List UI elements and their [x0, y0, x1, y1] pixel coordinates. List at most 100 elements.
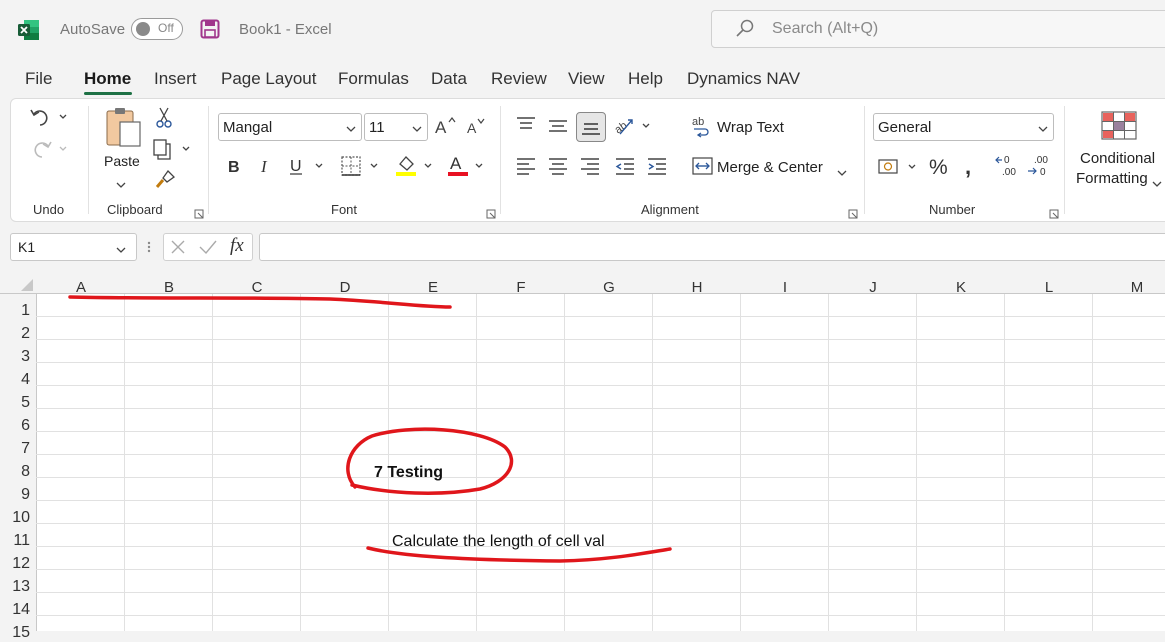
row-header-4[interactable]: 4	[0, 371, 30, 389]
tab-formulas[interactable]: Formulas	[338, 69, 409, 89]
increase-indent-icon[interactable]	[645, 154, 673, 180]
row-header-1[interactable]: 1	[0, 302, 30, 320]
row-header-15[interactable]: 15	[0, 624, 30, 642]
number-group-label: Number	[929, 202, 976, 217]
enter-check-icon[interactable]	[198, 238, 218, 256]
align-left-icon[interactable]	[514, 154, 542, 180]
tab-insert[interactable]: Insert	[154, 69, 197, 89]
row-header-7[interactable]: 7	[0, 440, 30, 458]
svg-text:B: B	[228, 159, 240, 176]
row-header-9[interactable]: 9	[0, 486, 30, 504]
paste-dropdown-icon[interactable]	[116, 176, 126, 188]
borders-icon[interactable]	[340, 154, 378, 180]
italic-icon[interactable]: I	[256, 154, 284, 180]
conditional-formatting-icon[interactable]	[1100, 110, 1138, 142]
increase-font-size-icon[interactable]: A	[434, 114, 462, 140]
bottom-align-button[interactable]	[576, 112, 606, 142]
accounting-format-icon[interactable]	[877, 154, 916, 180]
formula-input[interactable]	[259, 233, 1165, 261]
svg-text:.00: .00	[1034, 155, 1048, 166]
clipboard-launcher-icon[interactable]	[194, 206, 204, 219]
paste-icon[interactable]	[104, 106, 144, 150]
row-header-2[interactable]: 2	[0, 325, 30, 343]
tab-help[interactable]: Help	[628, 69, 663, 89]
search-icon	[735, 19, 755, 39]
tab-review[interactable]: Review	[491, 69, 547, 89]
tab-page-layout[interactable]: Page Layout	[221, 69, 316, 89]
select-all-corner[interactable]	[0, 275, 36, 293]
underline-icon[interactable]: U	[286, 154, 323, 180]
gridline	[36, 385, 1165, 386]
cell-e8[interactable]: 7 Testing	[374, 464, 443, 482]
tab-view[interactable]: View	[568, 69, 605, 89]
row-header-6[interactable]: 6	[0, 417, 30, 435]
gridline	[564, 293, 565, 631]
gridline	[36, 500, 1165, 501]
alignment-launcher-icon[interactable]	[848, 206, 858, 219]
undo-button[interactable]	[28, 104, 67, 130]
number-format-combo[interactable]: General	[873, 113, 1054, 141]
svg-text:I: I	[260, 157, 268, 176]
copy-icon[interactable]	[152, 138, 190, 164]
font-launcher-icon[interactable]	[486, 206, 496, 219]
tab-data[interactable]: Data	[431, 69, 467, 89]
autosave-state: Off	[158, 21, 174, 35]
row-header-8[interactable]: 8	[0, 463, 30, 481]
number-launcher-icon[interactable]	[1049, 206, 1059, 219]
orientation-icon[interactable]: ab	[612, 114, 650, 140]
decrease-indent-icon[interactable]	[613, 154, 641, 180]
align-center-icon[interactable]	[546, 154, 574, 180]
gridline	[1004, 293, 1005, 631]
tab-dynamics-nav[interactable]: Dynamics NAV	[687, 69, 800, 89]
wrap-text-button[interactable]: Wrap Text	[717, 119, 784, 136]
decrease-decimal-icon[interactable]: .00 0	[1026, 152, 1054, 178]
align-right-icon[interactable]	[578, 154, 606, 180]
row-header-3[interactable]: 3	[0, 348, 30, 366]
paste-button[interactable]: Paste	[104, 153, 140, 169]
font-name-combo[interactable]: Mangal	[218, 113, 362, 141]
insert-function-button[interactable]: fx	[230, 235, 244, 257]
increase-decimal-icon[interactable]: 0.00	[994, 152, 1022, 178]
wrap-text-icon[interactable]: ab	[691, 114, 719, 140]
font-group-label: Font	[331, 202, 358, 217]
merge-dropdown-icon[interactable]	[837, 164, 847, 176]
ribbon-separator	[864, 106, 865, 214]
percent-style-icon[interactable]: %	[926, 152, 954, 179]
ribbon-separator	[500, 106, 501, 214]
gridline	[1092, 293, 1093, 631]
cut-icon[interactable]	[154, 106, 182, 132]
merge-center-icon[interactable]	[691, 154, 719, 180]
format-painter-icon[interactable]	[154, 168, 182, 194]
gridline	[36, 431, 1165, 432]
row-header-12[interactable]: 12	[0, 555, 30, 573]
tab-home[interactable]: Home	[84, 69, 131, 89]
row-header-11[interactable]: 11	[0, 532, 30, 550]
top-align-icon[interactable]	[514, 114, 542, 140]
row-header-13[interactable]: 13	[0, 578, 30, 596]
autosave-toggle[interactable]: Off	[131, 18, 183, 40]
font-size-combo[interactable]: 11	[364, 113, 428, 141]
conditional-formatting-label-2[interactable]: Formatting	[1076, 170, 1148, 187]
name-box-chevron-icon[interactable]	[116, 242, 126, 253]
redo-button[interactable]	[28, 136, 67, 162]
undo-group-label: Undo	[33, 202, 65, 217]
font-color-icon[interactable]: A	[446, 152, 483, 178]
row-header-5[interactable]: 5	[0, 394, 30, 412]
worksheet-grid[interactable]	[0, 275, 1165, 631]
row-header-14[interactable]: 14	[0, 601, 30, 619]
cell-e11[interactable]: Calculate the length of cell val	[392, 533, 605, 551]
decrease-font-size-icon[interactable]: A	[464, 114, 492, 140]
conditional-formatting-dropdown-icon[interactable]	[1152, 175, 1162, 187]
alignment-group-label: Alignment	[641, 202, 699, 217]
drag-handle-icon[interactable]	[147, 240, 151, 254]
fill-color-icon[interactable]	[394, 152, 432, 178]
tab-file[interactable]: File	[25, 69, 52, 89]
merge-center-button[interactable]: Merge & Center	[717, 159, 823, 176]
row-header-10[interactable]: 10	[0, 509, 30, 527]
save-icon[interactable]	[200, 19, 220, 39]
cancel-icon[interactable]	[169, 238, 187, 256]
bold-icon[interactable]: B	[224, 154, 252, 180]
comma-style-icon[interactable]: ,	[962, 152, 990, 179]
conditional-formatting-label-1[interactable]: Conditional	[1080, 150, 1155, 167]
middle-align-icon[interactable]	[546, 114, 574, 140]
